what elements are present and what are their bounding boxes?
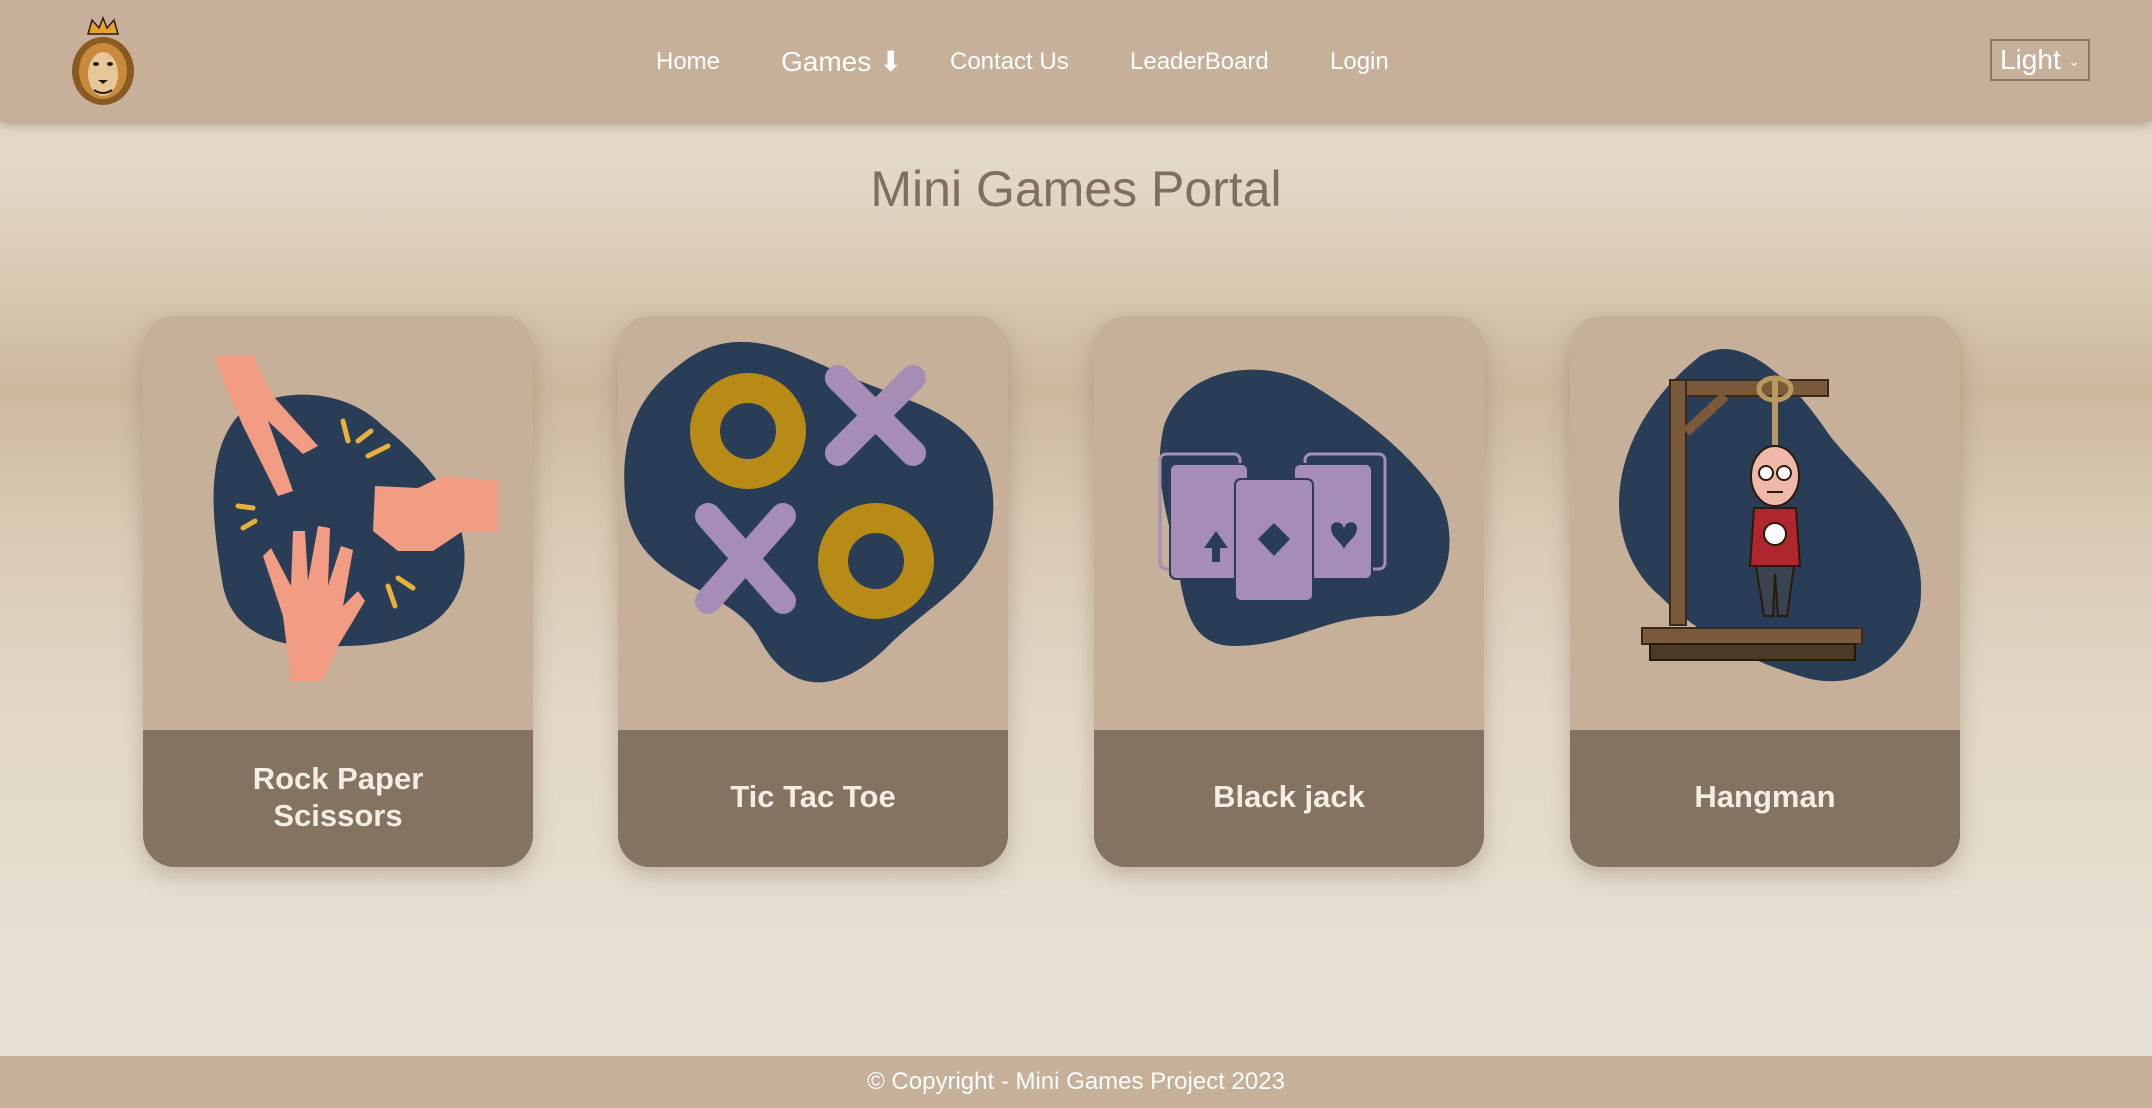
game-card-tic-tac-toe[interactable]: Tic Tac Toe [618,316,1008,867]
theme-select-value: Light [2000,44,2061,75]
gallows-icon [1619,348,1922,682]
game-card-black-jack[interactable]: Black jack [1094,316,1484,867]
game-card-rock-paper-scissors[interactable]: Rock Paper Scissors [143,316,533,867]
playing-cards-icon [1158,369,1450,646]
card-title: Rock Paper Scissors [252,760,424,833]
nav-leaderboard-link[interactable]: LeaderBoard [1130,48,1269,76]
game-card-hangman[interactable]: Hangman [1570,316,1960,867]
tic-tac-toe-icon [624,341,994,683]
rock-paper-scissors-icon [213,356,498,681]
theme-select[interactable]: Light ⌄ [1990,39,2090,81]
card-title: Black jack [1213,779,1365,814]
nav-home-link[interactable]: Home [656,48,720,76]
card-footer: Tic Tac Toe [618,730,1008,867]
card-footer: Rock Paper Scissors [143,730,533,867]
lion-logo-icon[interactable] [68,16,138,108]
site-header: Home Games ⬇ Contact Us LeaderBoard Logi… [0,0,2152,121]
card-footer: Hangman [1570,730,1960,867]
nav-games-dropdown[interactable]: Games ⬇ [781,45,903,78]
chevron-down-icon: ⌄ [2068,53,2080,69]
nav-login-link[interactable]: Login [1330,48,1389,76]
site-footer: © Copyright - Mini Games Project 2023 [0,1056,2152,1108]
card-title: Tic Tac Toe [730,779,896,814]
copyright-text: © Copyright - Mini Games Project 2023 [867,1068,1285,1095]
card-title: Hangman [1694,779,1836,814]
card-footer: Black jack [1094,730,1484,867]
nav-contact-link[interactable]: Contact Us [950,48,1069,76]
page-title: Mini Games Portal [870,161,1282,217]
